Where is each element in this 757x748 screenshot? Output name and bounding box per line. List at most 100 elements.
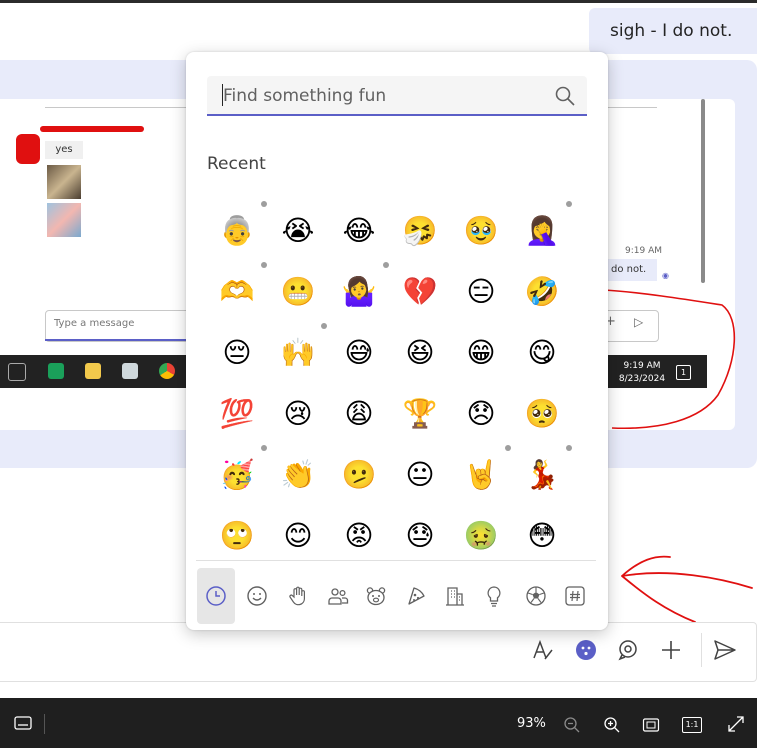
emoji-icon <box>576 640 596 660</box>
app-icon-green <box>48 363 64 379</box>
window-top-strip <box>0 0 757 3</box>
emoji-button[interactable]: 🙄 <box>217 516 257 556</box>
fit-screen-icon <box>642 718 660 732</box>
red-scribble-avatar <box>16 134 40 164</box>
emoji-button[interactable] <box>572 636 600 664</box>
inner-send-icon: ▷ <box>634 315 644 329</box>
fit-button[interactable] <box>642 716 660 738</box>
category-places-tab[interactable] <box>436 568 474 624</box>
emoji-button[interactable]: 😡 <box>339 516 379 556</box>
emoji-button[interactable]: 🥹 <box>461 211 501 251</box>
emoji-button[interactable]: 🤣 <box>522 272 562 312</box>
emoji-search-input[interactable] <box>223 85 543 107</box>
emoji-button[interactable]: 😓 <box>400 516 440 556</box>
inner-time-label: 9:19 AM <box>625 246 662 256</box>
emoji-button[interactable]: 😁 <box>461 333 501 373</box>
emoji-button[interactable]: 🤧 <box>400 211 440 251</box>
expand-button[interactable] <box>727 715 745 737</box>
clock-icon <box>206 586 226 606</box>
compose-box[interactable] <box>0 622 757 682</box>
zoom-level: 93% <box>517 716 546 731</box>
hand-icon <box>289 586 305 606</box>
skin-tone-dot <box>383 262 389 268</box>
emoji-button[interactable]: 👏 <box>278 455 318 495</box>
zoom-in-icon <box>604 717 620 733</box>
emoji-button[interactable]: 😭 <box>278 211 318 251</box>
category-smileys-tab[interactable] <box>238 568 276 624</box>
inner-clock-time: 9:19 AM <box>623 361 661 371</box>
inner-scrollbar <box>701 99 705 283</box>
soccer-ball-icon <box>526 586 546 606</box>
emoji-button[interactable]: 🤦‍♀️ <box>522 211 562 251</box>
send-icon <box>714 640 736 660</box>
emoji-button[interactable]: 👵 <box>217 211 257 251</box>
zoom-out-icon <box>564 717 580 733</box>
emoji-button[interactable]: 😋 <box>522 333 562 373</box>
category-symbols-tab[interactable] <box>556 568 594 624</box>
category-people-tab[interactable] <box>319 568 357 624</box>
keyboard-button[interactable] <box>14 715 32 735</box>
sent-message-text: sigh - I do not. <box>610 21 733 41</box>
emoji-button[interactable]: 💃 <box>522 455 562 495</box>
emoji-button[interactable]: 🤘 <box>461 455 501 495</box>
emoji-button[interactable]: 😳 <box>522 516 562 556</box>
people-icon <box>328 588 349 605</box>
category-hands-tab[interactable] <box>279 568 317 624</box>
emoji-button[interactable]: 🥳 <box>217 455 257 495</box>
statusbar-separator <box>44 714 45 734</box>
category-objects-tab[interactable] <box>475 568 513 624</box>
lightbulb-icon <box>487 586 501 607</box>
emoji-button[interactable]: 😊 <box>278 516 318 556</box>
expand-icon <box>728 716 744 732</box>
inner-sent-message: do not. <box>603 259 657 281</box>
emoji-button[interactable]: 😔 <box>217 333 257 373</box>
emoji-button[interactable]: 🏆 <box>400 394 440 434</box>
keyboard-icon <box>14 716 32 730</box>
category-animals-tab[interactable] <box>357 568 395 624</box>
actual-size-button[interactable]: 1:1 <box>682 717 702 733</box>
category-activities-tab[interactable] <box>517 568 555 624</box>
emoji-button[interactable]: 🫤 <box>339 455 379 495</box>
chrome-icon <box>159 363 175 379</box>
inner-photo-image <box>47 203 81 237</box>
emoji-button[interactable]: 😬 <box>278 272 318 312</box>
folder-icon <box>85 363 101 379</box>
sent-message-bubble: sigh - I do not. <box>589 8 757 54</box>
skin-tone-dot <box>505 445 511 451</box>
category-food-tab[interactable] <box>397 568 435 624</box>
emoji-button[interactable]: 🫶 <box>217 272 257 312</box>
skin-tone-dot <box>566 445 572 451</box>
send-button[interactable] <box>711 636 739 664</box>
smiley-icon <box>247 586 267 606</box>
search-icon[interactable] <box>554 85 576 107</box>
inner-compose-placeholder: Type a message <box>54 318 135 329</box>
format-button[interactable] <box>529 636 557 664</box>
attach-plus-button[interactable] <box>657 636 685 664</box>
emoji-button[interactable]: 😐 <box>400 455 440 495</box>
text-caret <box>222 84 223 106</box>
emoji-button[interactable]: 🙌 <box>278 333 318 373</box>
hashtag-icon <box>565 586 585 606</box>
emoji-button[interactable]: 🤢 <box>461 516 501 556</box>
emoji-button[interactable]: 😩 <box>339 394 379 434</box>
red-arrow-annotation <box>621 555 753 623</box>
zoom-out-button[interactable] <box>563 716 581 738</box>
emoji-button[interactable]: 🥺 <box>522 394 562 434</box>
loop-button[interactable] <box>614 636 642 664</box>
inner-clock-date: 8/23/2024 <box>618 374 666 384</box>
emoji-button[interactable]: 🤷‍♀️ <box>339 272 379 312</box>
emoji-button[interactable]: 😆 <box>400 333 440 373</box>
emoji-button[interactable]: 💔 <box>400 272 440 312</box>
app-icon-gray <box>122 363 138 379</box>
emoji-button[interactable]: 😅 <box>339 333 379 373</box>
category-recent-tab[interactable] <box>197 568 235 624</box>
bear-icon <box>366 587 386 606</box>
emoji-button[interactable]: 😞 <box>461 394 501 434</box>
emoji-button[interactable]: 😑 <box>461 272 501 312</box>
taskview-icon <box>8 363 26 381</box>
zoom-in-button[interactable] <box>603 716 621 738</box>
red-scribble <box>40 126 144 132</box>
emoji-button[interactable]: 😂 <box>339 211 379 251</box>
emoji-button[interactable]: 💯 <box>217 394 257 434</box>
emoji-button[interactable]: 😢 <box>278 394 318 434</box>
